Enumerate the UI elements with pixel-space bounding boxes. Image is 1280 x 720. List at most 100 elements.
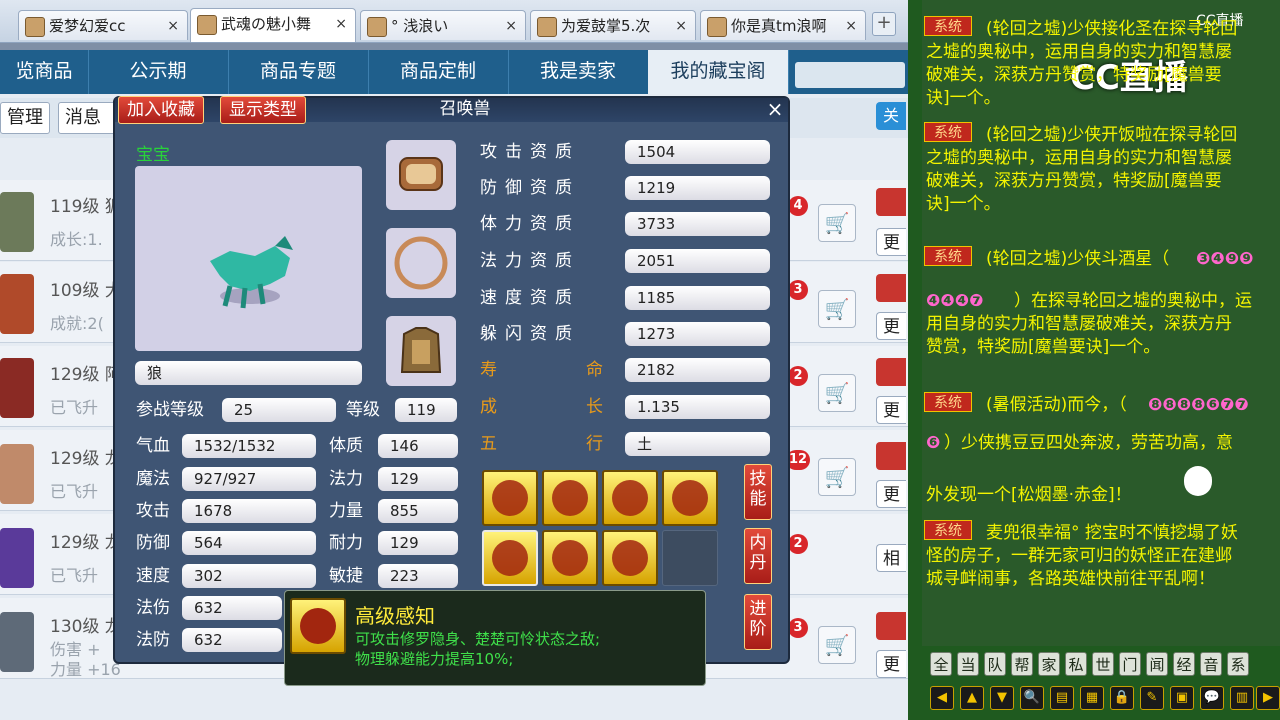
browser-tab[interactable]: ° 浅浪い ×: [360, 10, 526, 40]
nav-tab-browse[interactable]: 览商品: [0, 50, 89, 94]
nav-search-input[interactable]: [795, 62, 905, 88]
nav-tab-custom[interactable]: 商品定制: [368, 50, 509, 94]
stat-value: 632: [182, 628, 282, 652]
attr-value: 146: [378, 434, 458, 458]
buy-button[interactable]: [876, 358, 906, 386]
skill-sword-icon[interactable]: [542, 470, 598, 526]
channel-button-guild[interactable]: 帮: [1011, 652, 1033, 676]
list-icon[interactable]: ▤: [1050, 686, 1074, 710]
manage-button[interactable]: 管理: [0, 102, 50, 134]
inner-core-button[interactable]: 内丹: [744, 528, 772, 584]
equipment-slot[interactable]: [386, 316, 456, 386]
notes-icon[interactable]: ▥: [1230, 686, 1254, 710]
skill-figure-icon[interactable]: [542, 530, 598, 586]
count-badge: 3: [788, 618, 808, 638]
nav-tab-public[interactable]: 公示期: [88, 50, 229, 94]
browser-tab[interactable]: 为爱鼓掌5.次 ×: [530, 10, 696, 40]
tab-favicon-icon: [707, 17, 727, 37]
quality-value: 1273: [625, 322, 770, 346]
channel-button-family[interactable]: 家: [1038, 652, 1060, 676]
channel-button-system[interactable]: 系: [1227, 652, 1249, 676]
cart-icon[interactable]: 🛒: [818, 374, 856, 412]
buy-button[interactable]: [876, 274, 906, 302]
arrow-down-icon[interactable]: ▼: [990, 686, 1014, 710]
system-tag: 系统: [924, 246, 972, 266]
tab-close-icon[interactable]: ×: [505, 11, 517, 40]
skill-beast-icon[interactable]: [602, 470, 658, 526]
browser-tab[interactable]: 你是真tm浪啊 ×: [700, 10, 866, 40]
skill-bow-icon[interactable]: [662, 470, 718, 526]
right-edge-button[interactable]: 关: [876, 102, 906, 130]
cart-icon[interactable]: 🛒: [818, 204, 856, 242]
bracer-icon: [399, 157, 443, 191]
tab-close-icon[interactable]: ×: [845, 11, 857, 40]
stat-label: 魔法: [136, 469, 170, 489]
tab-close-icon[interactable]: ×: [335, 9, 347, 39]
stat-label: 法防: [136, 630, 170, 650]
skill-owl-icon[interactable]: [482, 530, 538, 586]
browser-tab[interactable]: 爱梦幻爱cc ×: [18, 10, 188, 40]
more-button[interactable]: 更: [876, 228, 906, 256]
equipment-slot[interactable]: [386, 228, 456, 298]
buy-button[interactable]: [876, 442, 906, 470]
advance-button[interactable]: 进阶: [744, 594, 772, 650]
window-icon[interactable]: ▣: [1170, 686, 1194, 710]
equipment-slot[interactable]: [386, 140, 456, 210]
close-icon[interactable]: ×: [764, 98, 786, 120]
new-tab-button[interactable]: +: [872, 12, 896, 36]
chat-line: 赞赏，特奖励[魔兽要诀]一个。: [926, 337, 1161, 357]
more-button[interactable]: 相: [876, 544, 906, 572]
channel-button-world[interactable]: 世: [1092, 652, 1114, 676]
nav-tab-topics[interactable]: 商品专题: [228, 50, 369, 94]
tab-close-icon[interactable]: ×: [167, 11, 179, 40]
skill-mask-icon[interactable]: [602, 530, 658, 586]
element-label-b: 行: [586, 434, 603, 454]
buy-button[interactable]: [876, 188, 906, 216]
arrow-up-icon[interactable]: ▲: [960, 686, 984, 710]
more-button[interactable]: 更: [876, 312, 906, 340]
arrow-left-icon[interactable]: ◀: [930, 686, 954, 710]
message-button[interactable]: 消息: [58, 102, 118, 134]
skills-button[interactable]: 技能: [744, 464, 772, 520]
nav-tab-seller[interactable]: 我是卖家: [508, 50, 649, 94]
chat-bubble-icon[interactable]: 💬: [1200, 686, 1224, 710]
grid-icon[interactable]: ▦: [1080, 686, 1104, 710]
lock-icon[interactable]: 🔒: [1110, 686, 1134, 710]
channel-button-voice[interactable]: 音: [1200, 652, 1222, 676]
system-tag: 系统: [924, 16, 972, 36]
site-nav: 览商品 公示期 商品专题 商品定制 我是卖家 我的藏宝阁: [0, 50, 908, 94]
cart-icon[interactable]: 🛒: [818, 458, 856, 496]
cart-icon[interactable]: 🛒: [818, 626, 856, 664]
chat-line: 城寻衅闹事，各路英雄快前往平乱啊！: [926, 569, 1215, 589]
channel-button-sect[interactable]: 门: [1119, 652, 1141, 676]
list-sub: 成长:1.: [50, 230, 103, 249]
channel-button-team[interactable]: 队: [984, 652, 1006, 676]
channel-button-news[interactable]: 闻: [1146, 652, 1168, 676]
cart-icon[interactable]: 🛒: [818, 290, 856, 328]
add-favorite-button[interactable]: 加入收藏: [118, 96, 204, 124]
show-type-button[interactable]: 显示类型: [220, 96, 306, 124]
more-button[interactable]: 更: [876, 396, 906, 424]
channel-button-exp[interactable]: 经: [1173, 652, 1195, 676]
more-button[interactable]: 更: [876, 650, 906, 678]
quality-value: 2051: [625, 249, 770, 273]
emoji-digits-icon: ❸❹❾❾: [1196, 249, 1254, 269]
chat-line: 怪的房子，一群无家可归的妖怪正在建邺: [926, 546, 1232, 566]
channel-button-all[interactable]: 全: [930, 652, 952, 676]
channel-button-local[interactable]: 当: [957, 652, 979, 676]
stat-label: 攻击: [136, 501, 170, 521]
chat-line: 麦兜很幸福° 挖宝时不慎挖塌了妖: [986, 523, 1238, 543]
buy-button[interactable]: [876, 612, 906, 640]
arrow-right-icon[interactable]: ▶: [1256, 686, 1280, 710]
pen-icon[interactable]: ✎: [1140, 686, 1164, 710]
tab-close-icon[interactable]: ×: [675, 11, 687, 40]
tab-title: ° 浅浪い: [391, 17, 449, 35]
more-button[interactable]: 更: [876, 480, 906, 508]
quality-value: 1219: [625, 176, 770, 200]
browser-tab-active[interactable]: 武魂の魅小舞 ×: [190, 8, 356, 42]
skill-eye-icon[interactable]: [482, 470, 538, 526]
search-icon[interactable]: 🔍: [1020, 686, 1044, 710]
nav-tab-my-treasure[interactable]: 我的藏宝阁: [648, 50, 789, 94]
pet-type-label: 宝宝: [136, 145, 170, 165]
channel-button-private[interactable]: 私: [1065, 652, 1087, 676]
